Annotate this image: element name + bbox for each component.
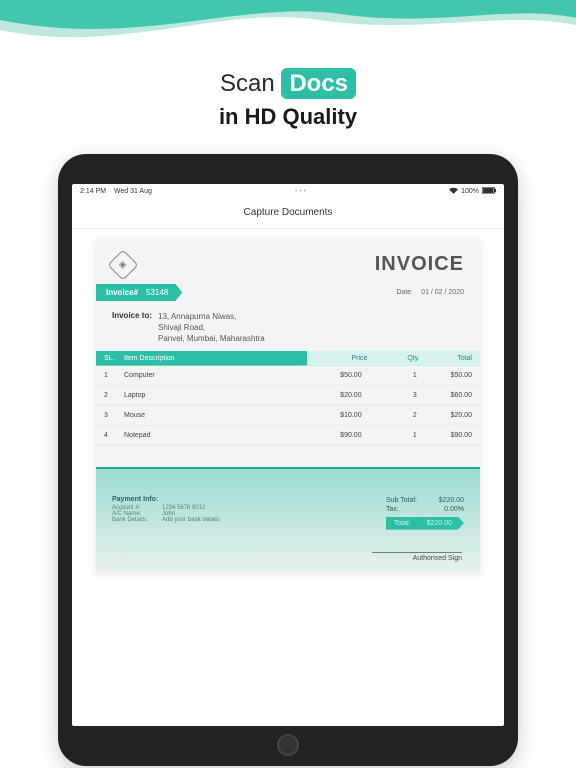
table-row: 2Laptop $20.003$60.00 xyxy=(96,386,480,406)
home-button-icon[interactable] xyxy=(277,734,299,756)
brand-prefix: Scan xyxy=(220,70,275,97)
page-title: Capture Documents xyxy=(72,199,504,229)
decorative-wave xyxy=(0,0,576,60)
company-logo-icon: ◈ xyxy=(107,249,138,280)
invoice-to-line3: Panvel, Mumbai, Maharashtra xyxy=(158,333,265,344)
invoice-to-line2: Shivaji Road, xyxy=(158,322,265,333)
col-total: Total xyxy=(420,355,472,362)
status-battery: 100% xyxy=(461,188,479,195)
invoice-date-label: Date xyxy=(396,289,411,296)
invoice-number-ribbon: Invoice# 53148 xyxy=(96,284,182,301)
brand-highlight: Docs xyxy=(281,68,356,99)
invoice-title: INVOICE xyxy=(375,253,464,276)
col-sl: SL. xyxy=(104,355,124,362)
totals-block: Sub Total:$220.00 Tax:0.00% Total: $220.… xyxy=(386,496,464,530)
invoice-to-label: Invoice to: xyxy=(112,311,152,345)
col-price: Price xyxy=(315,355,367,362)
authorised-sign-label: Authorised Sign xyxy=(372,552,462,562)
status-time: 2:14 PM xyxy=(80,188,106,195)
table-row: 3Mouse $10.002$20.00 xyxy=(96,406,480,426)
invoice-date: 01 / 02 / 2020 xyxy=(421,289,464,296)
statusbar-center-dots: • • • xyxy=(295,188,306,195)
payment-title: Payment Info: xyxy=(112,496,220,503)
battery-icon xyxy=(482,187,496,196)
invoice-number: 53148 xyxy=(146,288,168,297)
status-date: Wed 31 Aug xyxy=(114,188,152,195)
payment-info: Payment Info: Account #:1234 5678 9012 A… xyxy=(112,496,220,530)
table-row: 1Computer $50.001$50.00 xyxy=(96,366,480,386)
invoice-number-label: Invoice# xyxy=(106,288,138,297)
scanned-document: ◈ INVOICE Invoice# 53148 Date 01 / 02 / … xyxy=(96,239,480,572)
total-ribbon: Total: $220.00 xyxy=(386,517,464,530)
table-body: 1Computer $50.001$50.00 2Laptop $20.003$… xyxy=(96,366,480,446)
document-area[interactable]: ◈ INVOICE Invoice# 53148 Date 01 / 02 / … xyxy=(72,229,504,582)
col-desc: Item Description xyxy=(124,355,299,362)
wifi-icon xyxy=(449,187,458,196)
table-header: SL. Item Description Price Qty. Total xyxy=(96,351,480,366)
tablet-frame: 2:14 PM Wed 31 Aug • • • 100% Capture Do… xyxy=(58,154,518,766)
table-row: 4Notepad $90.001$90.00 xyxy=(96,426,480,446)
invoice-to-line1: 13, Annapurna Niwas, xyxy=(158,311,265,322)
marketing-subline: in HD Quality xyxy=(0,104,576,130)
status-bar: 2:14 PM Wed 31 Aug • • • 100% xyxy=(72,184,504,199)
tablet-screen: 2:14 PM Wed 31 Aug • • • 100% Capture Do… xyxy=(72,184,504,726)
col-qty: Qty. xyxy=(367,355,419,362)
